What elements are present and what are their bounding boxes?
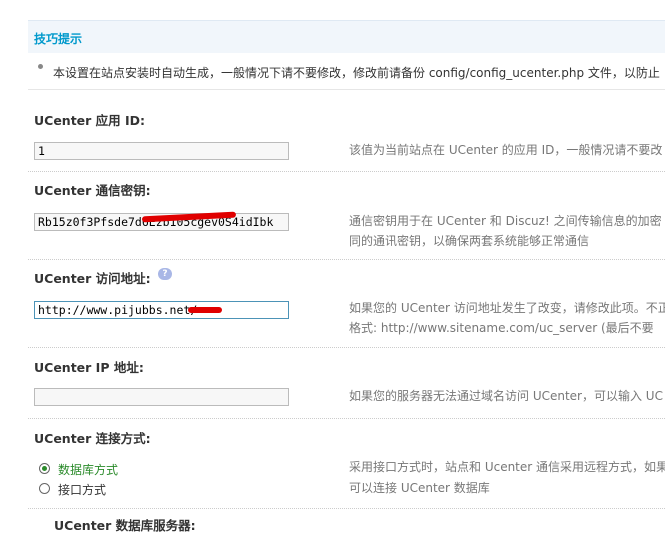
- divider: [28, 347, 665, 348]
- key-help-1: 通信密钥用于在 UCenter 和 Discuz! 之间传输信息的加密: [349, 214, 662, 228]
- divider: [28, 259, 665, 260]
- tips-title: 技巧提示: [34, 32, 83, 46]
- radio-interface[interactable]: [39, 483, 50, 494]
- key-help-2: 同的通讯密钥，以确保两套系统能够正常通信: [349, 234, 590, 248]
- redaction-mark: [188, 307, 222, 313]
- tips-header: 技巧提示: [28, 20, 665, 53]
- key-label: UCenter 通信密钥:: [34, 183, 151, 198]
- app-id-help: 该值为当前站点在 UCenter 的应用 ID，一般情况请不要改: [349, 143, 663, 157]
- connect-help-2: 可以连接 UCenter 数据库: [349, 481, 490, 495]
- app-id-input[interactable]: 1: [34, 142, 289, 160]
- tips-text: 本设置在站点安装时自动生成，一般情况下请不要修改，修改前请备份 config/c…: [53, 66, 660, 80]
- db-server-label: UCenter 数据库服务器:: [54, 518, 196, 533]
- ip-help: 如果您的服务器无法通过域名访问 UCenter，可以输入 UC: [349, 389, 663, 403]
- connect-label: UCenter 连接方式:: [34, 431, 151, 446]
- help-question-icon[interactable]: ?: [158, 268, 172, 280]
- ip-input[interactable]: [34, 388, 289, 406]
- url-label: UCenter 访问地址:: [34, 271, 151, 286]
- bullet-icon: [38, 64, 43, 69]
- radio-selected-dot: [42, 466, 47, 471]
- radio-interface-label[interactable]: 接口方式: [58, 481, 106, 498]
- tips-row: 本设置在站点安装时自动生成，一般情况下请不要修改，修改前请备份 config/c…: [28, 53, 665, 90]
- url-help-1: 如果您的 UCenter 访问地址发生了改变，请修改此项。不正: [349, 301, 665, 315]
- divider: [28, 418, 665, 419]
- divider: [28, 508, 665, 509]
- divider: [28, 171, 665, 172]
- app-id-label: UCenter 应用 ID:: [34, 113, 146, 128]
- url-help-2: 格式: http://www.sitename.com/uc_server (最…: [349, 321, 654, 335]
- radio-database[interactable]: [39, 463, 50, 474]
- url-input[interactable]: http://www.pijubbs.net/: [34, 301, 289, 319]
- connect-help-1: 采用接口方式时，站点和 Ucenter 通信采用远程方式，如果: [349, 460, 665, 474]
- ip-label: UCenter IP 地址:: [34, 360, 144, 375]
- radio-database-label[interactable]: 数据库方式: [58, 461, 118, 478]
